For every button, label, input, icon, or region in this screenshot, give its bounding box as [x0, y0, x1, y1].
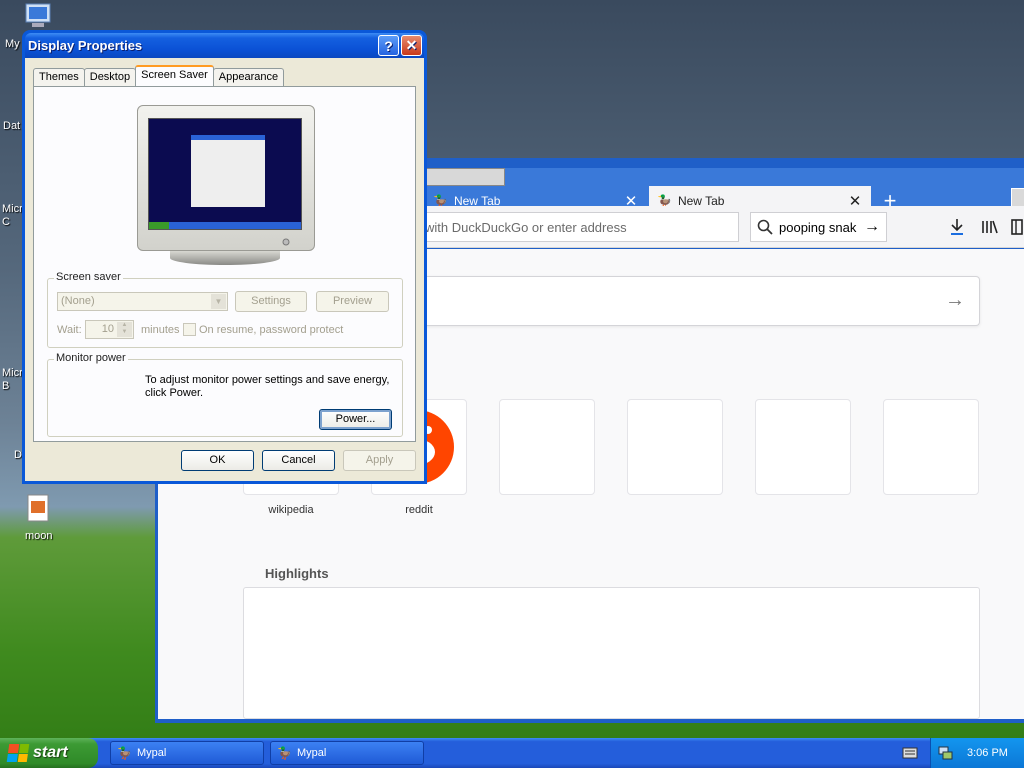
- file-icon: [27, 494, 49, 522]
- url-bar[interactable]: with DuckDuckGo or enter address: [417, 212, 739, 242]
- system-tray: 3:06 PM: [930, 738, 1024, 768]
- chevron-down-icon: ▼: [211, 294, 226, 309]
- my-computer-icon[interactable]: [22, 2, 54, 30]
- preview-window: [191, 135, 265, 207]
- desktop-label-d[interactable]: D: [14, 449, 22, 461]
- highlights-box: [243, 587, 980, 719]
- group-label: Screen saver: [54, 271, 123, 283]
- dialog-titlebar[interactable]: Display Properties ? ✕: [25, 33, 424, 58]
- page-search-go-icon[interactable]: →: [945, 289, 965, 312]
- tab-themes[interactable]: Themes: [33, 68, 85, 86]
- desktop-label-my[interactable]: My: [5, 38, 20, 50]
- ok-button[interactable]: OK: [181, 450, 254, 471]
- moon-file-icon[interactable]: [26, 494, 50, 522]
- desktop-label-moon[interactable]: moon: [25, 530, 53, 542]
- background-window-sliver: [415, 168, 505, 186]
- power-led-icon: [282, 238, 290, 246]
- computer-icon: [25, 3, 51, 27]
- page-search-box[interactable]: →: [420, 276, 980, 326]
- search-box[interactable]: pooping snak →: [750, 212, 887, 242]
- group-label: Monitor power: [54, 352, 128, 364]
- start-label: start: [33, 744, 68, 761]
- tab-screen-saver[interactable]: Screen Saver: [135, 65, 214, 86]
- windows-flag-icon: [6, 744, 30, 762]
- download-icon[interactable]: [949, 218, 965, 236]
- desktop-label-dat[interactable]: Dat: [3, 120, 20, 132]
- sidebar-icon[interactable]: [1011, 219, 1023, 235]
- taskbar-item-label: Mypal: [296, 747, 327, 759]
- screen-saver-group: Screen saver (None) ▼ Settings Preview W…: [47, 271, 403, 348]
- preview-start: [149, 222, 169, 229]
- monitor-preview: [137, 105, 315, 251]
- search-icon: [757, 219, 773, 235]
- resume-password-label: On resume, password protect: [199, 324, 344, 336]
- dialog-tabs: Themes Desktop Screen Saver Appearance: [33, 65, 285, 86]
- help-button[interactable]: ?: [378, 35, 399, 56]
- password-checkbox[interactable]: [183, 323, 196, 336]
- top-site-tile-empty[interactable]: [883, 399, 979, 495]
- preview-taskbar: [149, 222, 301, 229]
- screen-saver-select[interactable]: (None) ▼: [57, 292, 228, 311]
- wait-label: Wait:: [57, 324, 82, 336]
- dialog-title: Display Properties: [28, 38, 143, 53]
- display-properties-dialog: Display Properties ? ✕ Themes Desktop Sc…: [22, 30, 427, 484]
- spinner-arrows-icon[interactable]: ▲ ▼: [117, 322, 132, 337]
- top-site-tile-empty[interactable]: [755, 399, 851, 495]
- highlights-heading: Highlights: [265, 566, 329, 581]
- monitor-stand: [170, 251, 280, 265]
- monitor-power-description: To adjust monitor power settings and sav…: [145, 374, 390, 399]
- search-go-icon[interactable]: →: [864, 218, 880, 236]
- search-input[interactable]: pooping snak: [773, 220, 864, 235]
- start-button[interactable]: start: [0, 738, 98, 768]
- tab-desktop[interactable]: Desktop: [83, 68, 137, 86]
- apply-button[interactable]: Apply: [343, 450, 416, 471]
- keyboard-icon[interactable]: [902, 746, 918, 760]
- taskbar-item-mypal-1[interactable]: 🦆 Mypal: [110, 741, 264, 765]
- taskbar-item-mypal-2[interactable]: 🦆 Mypal: [270, 741, 424, 765]
- minutes-label: minutes: [141, 324, 180, 336]
- top-site-tile-empty[interactable]: [499, 399, 595, 495]
- tile-label: reddit: [405, 504, 433, 516]
- settings-button[interactable]: Settings: [235, 291, 307, 312]
- clock[interactable]: 3:06 PM: [967, 747, 1008, 759]
- wait-value: 10: [101, 323, 114, 335]
- wait-spinner[interactable]: 10 ▲ ▼: [85, 320, 134, 339]
- screen-saver-panel: Screen saver (None) ▼ Settings Preview W…: [33, 86, 416, 442]
- taskbar-item-label: Mypal: [136, 747, 167, 759]
- tile-label: wikipedia: [268, 504, 314, 516]
- library-icon[interactable]: [981, 218, 999, 236]
- select-value: (None): [61, 295, 95, 307]
- desktop-label-micro-b[interactable]: Micro B: [2, 367, 29, 393]
- preview-button[interactable]: Preview: [316, 291, 389, 312]
- dialog-body: Themes Desktop Screen Saver Appearance S…: [25, 58, 424, 481]
- close-button[interactable]: ✕: [401, 35, 422, 56]
- desktop-label-micro-c[interactable]: Micro C: [2, 203, 29, 229]
- mypal-icon: 🦆: [277, 746, 292, 760]
- tab-appearance[interactable]: Appearance: [212, 68, 285, 86]
- taskbar: start 🦆 Mypal 🦆 Mypal 3:06 PM: [0, 738, 1024, 768]
- mypal-icon: 🦆: [117, 746, 132, 760]
- cancel-button[interactable]: Cancel: [262, 450, 335, 471]
- monitor-power-group: Monitor power To adjust monitor power se…: [47, 352, 403, 437]
- top-site-tile-empty[interactable]: [627, 399, 723, 495]
- monitor-screen: [148, 118, 302, 230]
- network-icon[interactable]: [937, 745, 953, 761]
- power-button[interactable]: Power...: [319, 409, 392, 430]
